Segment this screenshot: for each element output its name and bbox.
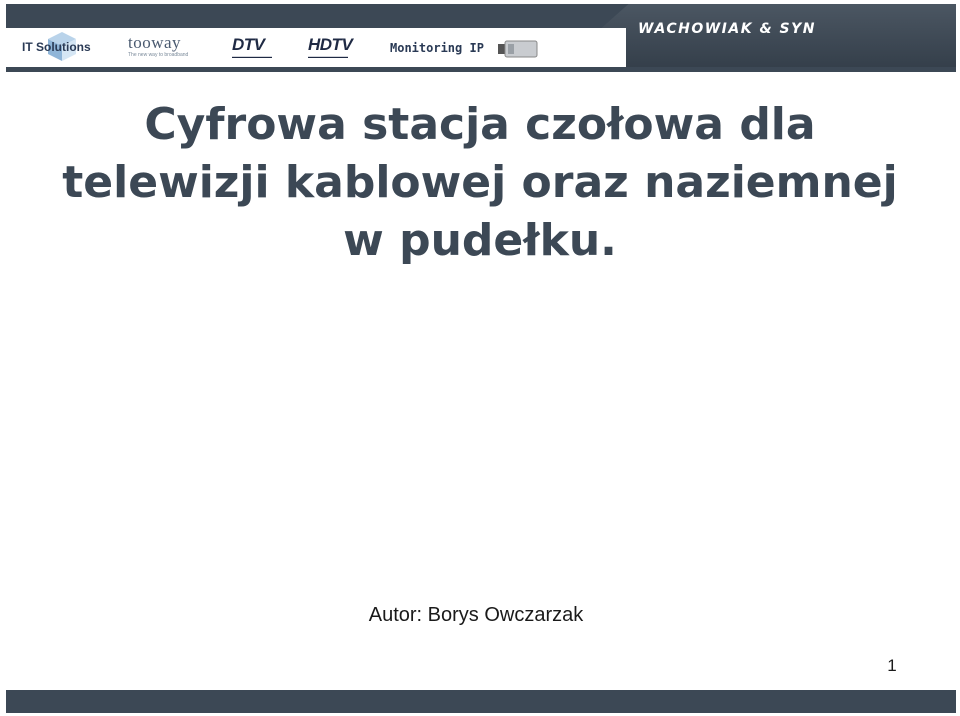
title-line-2: telewizji kablowej oraz naziemnej bbox=[62, 157, 898, 208]
header: IT Solutions tooway The new way to broad… bbox=[0, 0, 960, 74]
header-divider bbox=[6, 67, 956, 72]
tooway-text: tooway bbox=[128, 33, 182, 52]
monitoring-ip-logo: Monitoring IP bbox=[390, 41, 484, 55]
footer-band bbox=[6, 690, 956, 713]
brand-name: WACHOWIAK & SYN bbox=[638, 21, 816, 37]
slide: IT Solutions tooway The new way to broad… bbox=[0, 0, 960, 716]
it-solutions-text: IT Solutions bbox=[22, 40, 91, 54]
tooway-logo: tooway The new way to broadband bbox=[128, 34, 188, 58]
monitoring-ip-text: Monitoring IP bbox=[390, 41, 484, 55]
hdtv-sub-rule: ▬▬▬▬▬▬▬▬▬▬ bbox=[308, 54, 348, 59]
dtv-text: DTV bbox=[232, 35, 265, 54]
dtv-sub-rule: ▬▬▬▬▬▬▬▬▬▬ bbox=[232, 54, 272, 59]
camera-icon bbox=[498, 40, 538, 58]
author-line: Autor: Borys Owczarzak bbox=[368, 604, 584, 626]
tooway-tagline: The new way to broadband bbox=[128, 52, 189, 58]
hdtv-text: HDTV bbox=[308, 35, 353, 54]
slide-title: Cyfrowa stacja czołowa dla telewizji kab… bbox=[20, 96, 940, 270]
hdtv-logo: HDTV ▬▬▬▬▬▬▬▬▬▬ bbox=[308, 35, 353, 59]
dtv-logo: DTV ▬▬▬▬▬▬▬▬▬▬ bbox=[232, 36, 272, 59]
page-number: 1 bbox=[887, 656, 897, 675]
title-line-3: w pudełku. bbox=[343, 215, 617, 266]
title-line-1: Cyfrowa stacja czołowa dla bbox=[144, 99, 816, 150]
it-solutions-logo: IT Solutions bbox=[22, 30, 91, 64]
